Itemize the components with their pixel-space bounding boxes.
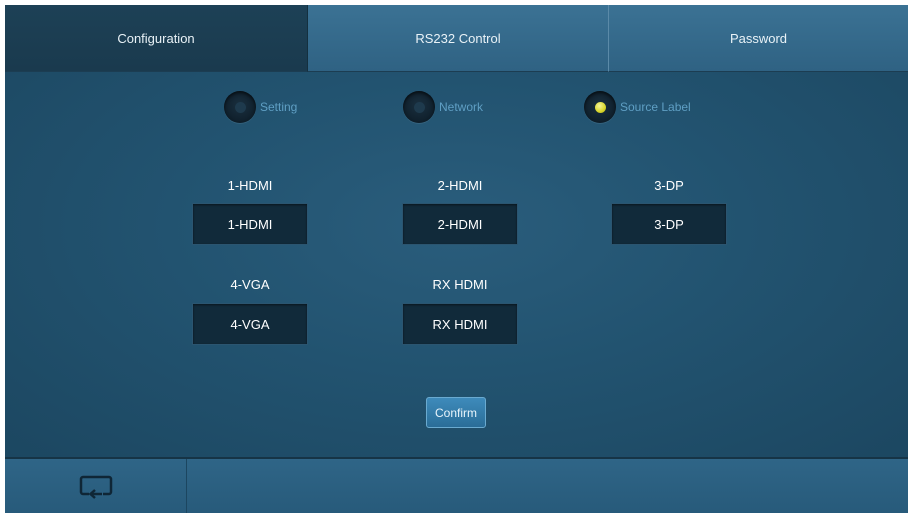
tab-bar: Configuration RS232 Control Password (5, 5, 908, 72)
source-3-label: 3-DP (654, 178, 684, 193)
radio-network-indicator (403, 91, 435, 123)
tab-password[interactable]: Password (609, 5, 908, 72)
radio-network[interactable]: Network (403, 91, 483, 123)
source-5-label: RX HDMI (432, 277, 488, 292)
section-radio-group: Setting Network Source Label (5, 91, 908, 127)
source-3-input[interactable]: 3-DP (611, 203, 727, 245)
tab-rs232-control-label: RS232 Control (415, 30, 501, 46)
radio-source-label-indicator (584, 91, 616, 123)
radio-setting-indicator (224, 91, 256, 123)
app-window: Configuration RS232 Control Password Set… (5, 5, 908, 513)
radio-network-label: Network (439, 100, 484, 114)
radio-source-label-label: Source Label (620, 100, 691, 114)
footer-bar (5, 457, 908, 513)
back-button[interactable] (79, 474, 113, 500)
source-2-input[interactable]: 2-HDMI (402, 203, 518, 245)
tab-password-label: Password (729, 30, 788, 46)
radio-setting[interactable]: Setting (224, 91, 297, 123)
radio-source-label[interactable]: Source Label (584, 91, 691, 123)
source-5-input[interactable]: RX HDMI (402, 303, 518, 345)
source-4-input[interactable]: 4-VGA (192, 303, 308, 345)
source-1-label: 1-HDMI (227, 178, 273, 193)
source-1-input[interactable]: 1-HDMI (192, 203, 308, 245)
tab-configuration-label: Configuration (117, 30, 195, 46)
source-4-label: 4-VGA (230, 277, 270, 292)
source-label-panel: Setting Network Source Label 1-HDMI 1-HD… (5, 72, 908, 457)
tab-configuration[interactable]: Configuration (5, 5, 308, 72)
confirm-button[interactable]: Confirm (426, 397, 486, 428)
tab-rs232-control[interactable]: RS232 Control (308, 5, 609, 72)
source-2-label: 2-HDMI (437, 178, 483, 193)
radio-setting-label: Setting (260, 100, 298, 114)
return-icon (79, 475, 112, 499)
footer-back-cell (5, 459, 187, 513)
